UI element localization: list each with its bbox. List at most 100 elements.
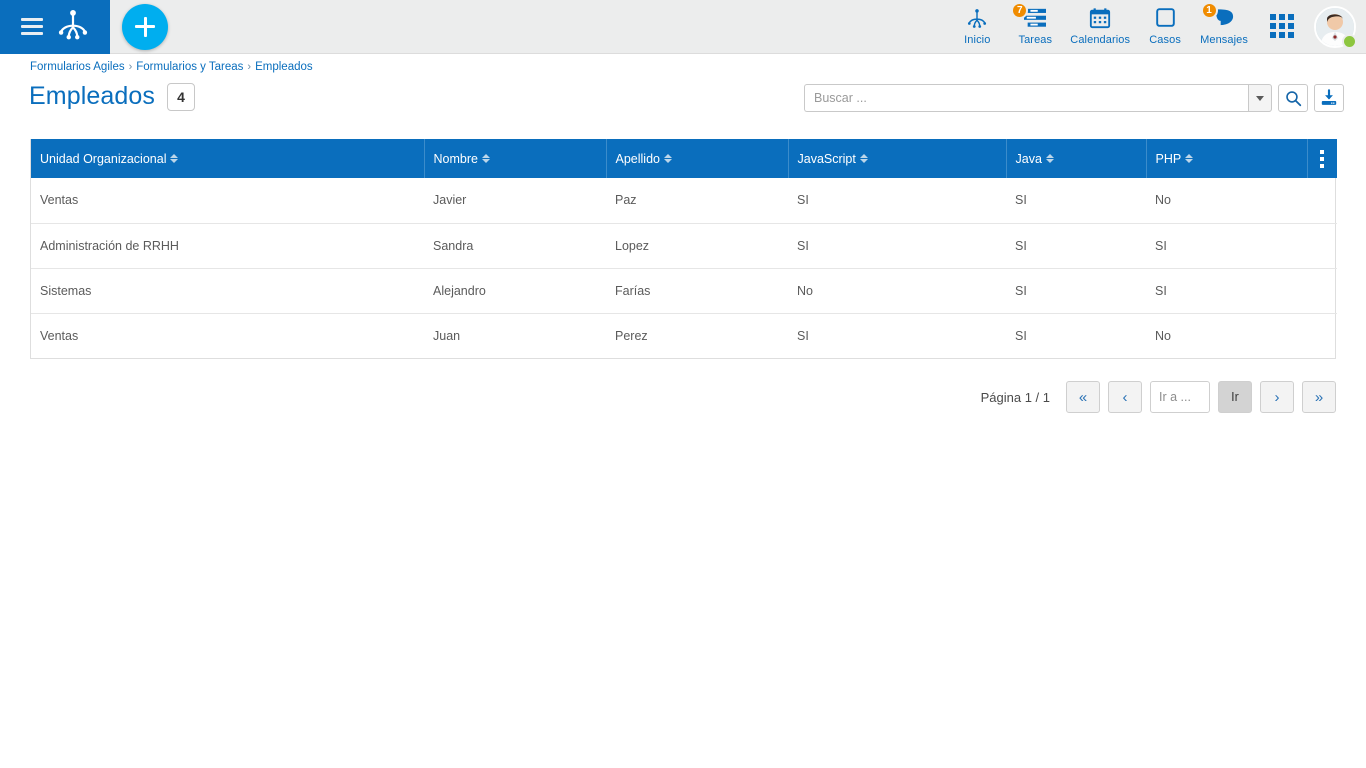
status-online-indicator (1342, 33, 1357, 49)
export-download-button[interactable] (1314, 84, 1344, 112)
page-header: Empleados 4 (29, 82, 195, 111)
cell-nombre: Alejandro (424, 268, 606, 314)
brand-block (0, 0, 110, 54)
cell-apellido: Perez (615, 328, 648, 343)
sort-toggle-icon[interactable] (170, 153, 179, 164)
cell-spacer (1307, 178, 1337, 224)
breadcrumb-item-2[interactable]: Empleados (255, 61, 313, 73)
cell-php: No (1146, 178, 1307, 224)
cell-unidad: Sistemas (31, 268, 424, 314)
cell-unidad: Administración de RRHH (31, 223, 424, 269)
sort-toggle-icon[interactable] (663, 153, 672, 164)
employees-table-container: Unidad Organizacional Nombre Apellido Ja… (30, 139, 1337, 359)
column-label: Nombre (433, 151, 478, 166)
column-header-apellido[interactable]: Apellido (606, 139, 789, 178)
search-icon (1285, 90, 1301, 106)
goto-page-button[interactable]: Ir (1218, 381, 1252, 413)
column-header-php[interactable]: PHP (1146, 139, 1308, 178)
cell-java: SI (1006, 223, 1146, 269)
search-toolbar (804, 84, 1344, 112)
cell-spacer (1307, 223, 1337, 269)
nav-label-inicio: Inicio (964, 33, 991, 46)
top-bar: Inicio 7 Tareas Calendarios Casos 1 Mens… (0, 0, 1366, 54)
mensajes-badge: 1 (1200, 1, 1218, 19)
create-new-button[interactable] (122, 3, 168, 50)
nav-item-inicio[interactable]: Inicio (948, 4, 1006, 46)
nav-item-casos[interactable]: Casos (1136, 4, 1194, 46)
more-options-vertical-icon[interactable] (1308, 149, 1338, 168)
cell-php: SI (1146, 268, 1307, 314)
column-label: Unidad Organizacional (40, 151, 167, 166)
cell-javascript: SI (797, 328, 809, 343)
table-row[interactable]: Ventas Javier Paz SI SI No (31, 178, 1337, 224)
table-row[interactable]: Sistemas Alejandro Farías No SI SI (31, 268, 1337, 314)
column-header-unidad-organizacional[interactable]: Unidad Organizacional (31, 139, 425, 178)
cell-java: SI (1006, 178, 1146, 224)
cell-apellido: Lopez (606, 223, 788, 269)
nav-label-casos: Casos (1149, 33, 1181, 46)
table-row[interactable]: Administración de RRHH Sandra Lopez SI S… (31, 223, 1337, 269)
cell-javascript: SI (788, 178, 1006, 224)
sort-toggle-icon[interactable] (1045, 153, 1054, 164)
page-indicator: Página 1 / 1 (980, 389, 1050, 405)
search-button[interactable] (1278, 84, 1308, 112)
apps-grid-button[interactable] (1254, 4, 1310, 48)
cell-spacer (1307, 268, 1337, 314)
record-count-badge: 4 (166, 82, 195, 111)
breadcrumb-item-1[interactable]: Formularios y Tareas (136, 61, 243, 73)
table-header-row: Unidad Organizacional Nombre Apellido Ja… (31, 139, 1337, 178)
breadcrumb-separator: › (128, 61, 133, 73)
download-icon (1321, 89, 1337, 105)
first-page-button[interactable]: « (1066, 381, 1100, 413)
user-avatar[interactable] (1314, 5, 1357, 49)
goto-page-input[interactable] (1150, 381, 1210, 413)
nav-item-tareas[interactable]: 7 Tareas (1006, 1, 1064, 46)
cell-php: No (1155, 328, 1171, 343)
column-options-header[interactable] (1307, 139, 1337, 178)
column-header-java[interactable]: Java (1006, 139, 1147, 178)
home-frog-icon (966, 5, 988, 31)
sort-toggle-icon[interactable] (859, 153, 868, 164)
breadcrumb-item-0[interactable]: Formularios Agiles (30, 61, 125, 73)
app-logo-icon[interactable] (56, 7, 90, 46)
tasks-list-icon: 7 (1011, 1, 1048, 31)
column-label: JavaScript (797, 151, 856, 166)
search-input[interactable] (805, 91, 1248, 105)
column-header-javascript[interactable]: JavaScript (788, 139, 1007, 178)
search-options-dropdown-button[interactable] (1248, 84, 1272, 112)
cell-php: SI (1146, 223, 1307, 269)
cell-java: SI (1006, 268, 1146, 314)
cell-apellido: Farías (606, 268, 788, 314)
table-head: Unidad Organizacional Nombre Apellido Ja… (31, 139, 1337, 178)
cell-java: SI (1015, 328, 1027, 343)
cases-square-icon (1155, 5, 1176, 31)
column-label: Apellido (615, 151, 660, 166)
pagination-bar: Página 1 / 1 « ‹ Ir › » (0, 381, 1336, 413)
cell-javascript: No (788, 268, 1006, 314)
cell-nombre: Juan (433, 328, 461, 343)
create-new-button-wrap (110, 3, 168, 50)
nav-item-calendarios[interactable]: Calendarios (1064, 4, 1136, 46)
column-header-nombre[interactable]: Nombre (424, 139, 607, 178)
column-label: Java (1015, 151, 1042, 166)
employees-table: Unidad Organizacional Nombre Apellido Ja… (31, 139, 1337, 358)
cell-apellido: Paz (606, 178, 788, 224)
nav-label-calendarios: Calendarios (1070, 33, 1131, 46)
frog-logo-svg (58, 10, 87, 40)
apps-grid-icon (1270, 13, 1294, 38)
last-page-button[interactable]: » (1302, 381, 1336, 413)
nav-label-mensajes: Mensajes (1200, 33, 1248, 46)
previous-page-button[interactable]: ‹ (1108, 381, 1142, 413)
breadcrumb-separator: › (247, 61, 252, 73)
tareas-badge: 7 (1011, 1, 1029, 19)
table-row[interactable]: Ventas Juan Perez SI SI No (31, 313, 1337, 358)
nav-item-mensajes[interactable]: 1 Mensajes (1194, 1, 1254, 46)
search-box (804, 84, 1248, 112)
nav-label-tareas: Tareas (1018, 33, 1053, 46)
top-nav: Inicio 7 Tareas Calendarios Casos 1 Mens… (948, 0, 1310, 54)
sort-toggle-icon[interactable] (481, 153, 490, 164)
sort-toggle-icon[interactable] (1185, 153, 1194, 164)
hamburger-menu-icon[interactable] (20, 14, 43, 39)
next-page-button[interactable]: › (1260, 381, 1294, 413)
table-body: Ventas Javier Paz SI SI No Administració… (31, 178, 1337, 358)
